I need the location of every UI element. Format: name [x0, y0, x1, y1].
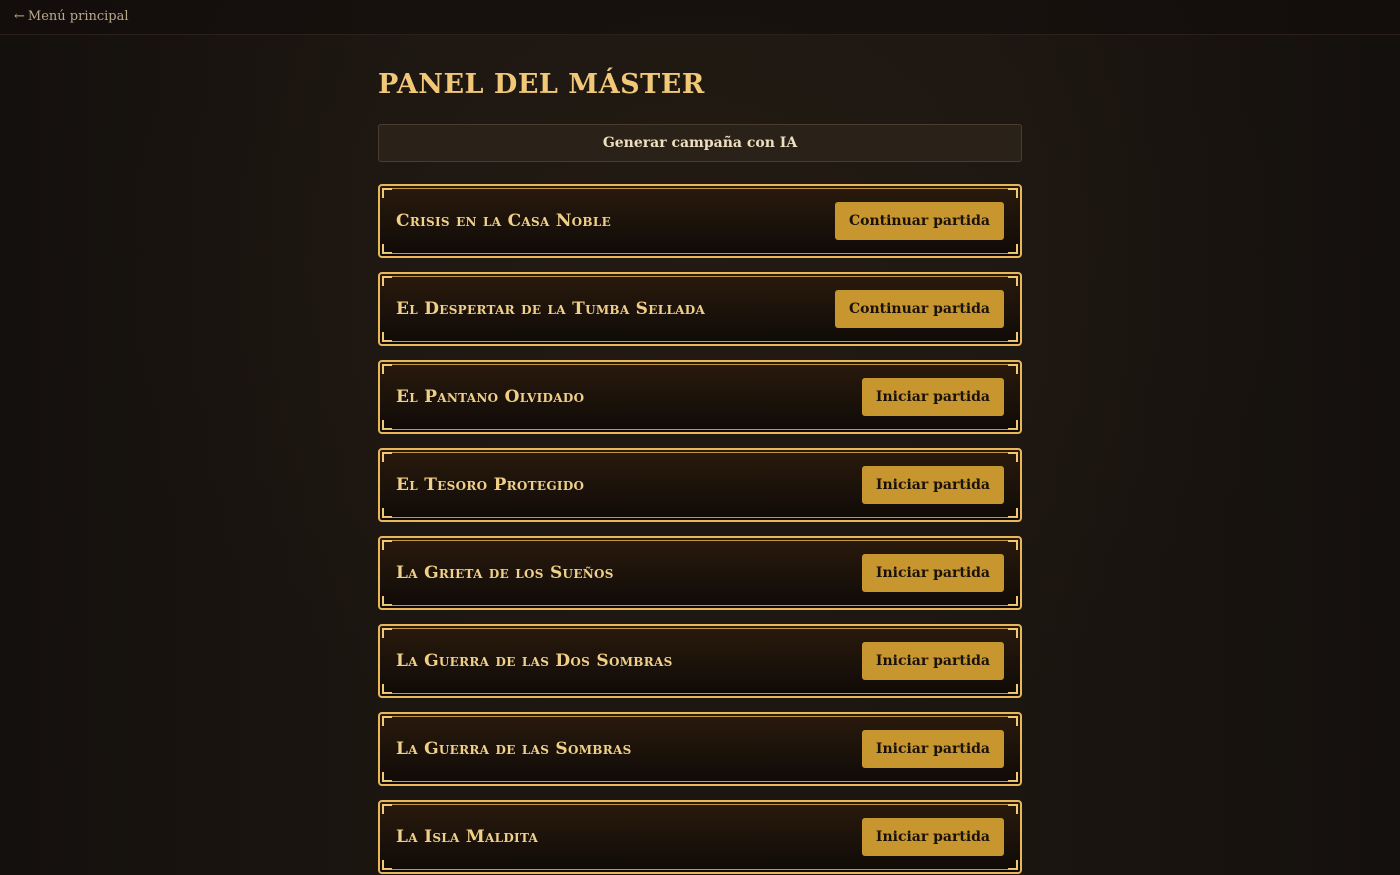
campaign-card: La Guerra de las Dos Sombras Iniciar par…: [378, 624, 1022, 698]
campaign-card: El Despertar de la Tumba Sellada Continu…: [378, 272, 1022, 346]
campaign-title: El Pantano Olvidado: [396, 387, 585, 407]
campaign-card: Crisis en la Casa Noble Continuar partid…: [378, 184, 1022, 258]
campaign-title: Crisis en la Casa Noble: [396, 211, 612, 231]
back-to-main-menu-link[interactable]: ← Menú principal: [14, 9, 129, 24]
campaign-title: La Isla Maldita: [396, 827, 539, 847]
campaign-card: La Isla Maldita Iniciar partida: [378, 800, 1022, 874]
campaign-card: El Tesoro Protegido Iniciar partida: [378, 448, 1022, 522]
page-title: PANEL DEL MÁSTER: [378, 69, 705, 100]
start-game-button[interactable]: Iniciar partida: [861, 642, 1004, 680]
top-bar: ← Menú principal: [0, 0, 1400, 35]
campaign-list: Crisis en la Casa Noble Continuar partid…: [378, 184, 1022, 874]
start-game-button[interactable]: Iniciar partida: [861, 466, 1004, 504]
continue-game-button[interactable]: Continuar partida: [834, 290, 1004, 328]
continue-game-button[interactable]: Continuar partida: [834, 202, 1004, 240]
start-game-button[interactable]: Iniciar partida: [861, 818, 1004, 856]
start-game-button[interactable]: Iniciar partida: [861, 378, 1004, 416]
campaign-title: El Tesoro Protegido: [396, 475, 585, 495]
campaign-card: La Guerra de las Sombras Iniciar partida: [378, 712, 1022, 786]
generate-campaign-ai-button[interactable]: Generar campaña con IA: [378, 124, 1022, 162]
back-arrow-icon: ←: [14, 9, 25, 24]
campaign-title: El Despertar de la Tumba Sellada: [396, 299, 706, 319]
start-game-button[interactable]: Iniciar partida: [861, 554, 1004, 592]
back-link-label: Menú principal: [27, 9, 129, 24]
campaign-card: El Pantano Olvidado Iniciar partida: [378, 360, 1022, 434]
campaign-card: La Grieta de los Sueños Iniciar partida: [378, 536, 1022, 610]
campaign-title: La Guerra de las Dos Sombras: [396, 651, 673, 671]
master-panel: PANEL DEL MÁSTER Generar campaña con IA …: [378, 60, 1022, 874]
start-game-button[interactable]: Iniciar partida: [861, 730, 1004, 768]
campaign-title: La Guerra de las Sombras: [396, 739, 632, 759]
campaign-title: La Grieta de los Sueños: [396, 563, 614, 583]
